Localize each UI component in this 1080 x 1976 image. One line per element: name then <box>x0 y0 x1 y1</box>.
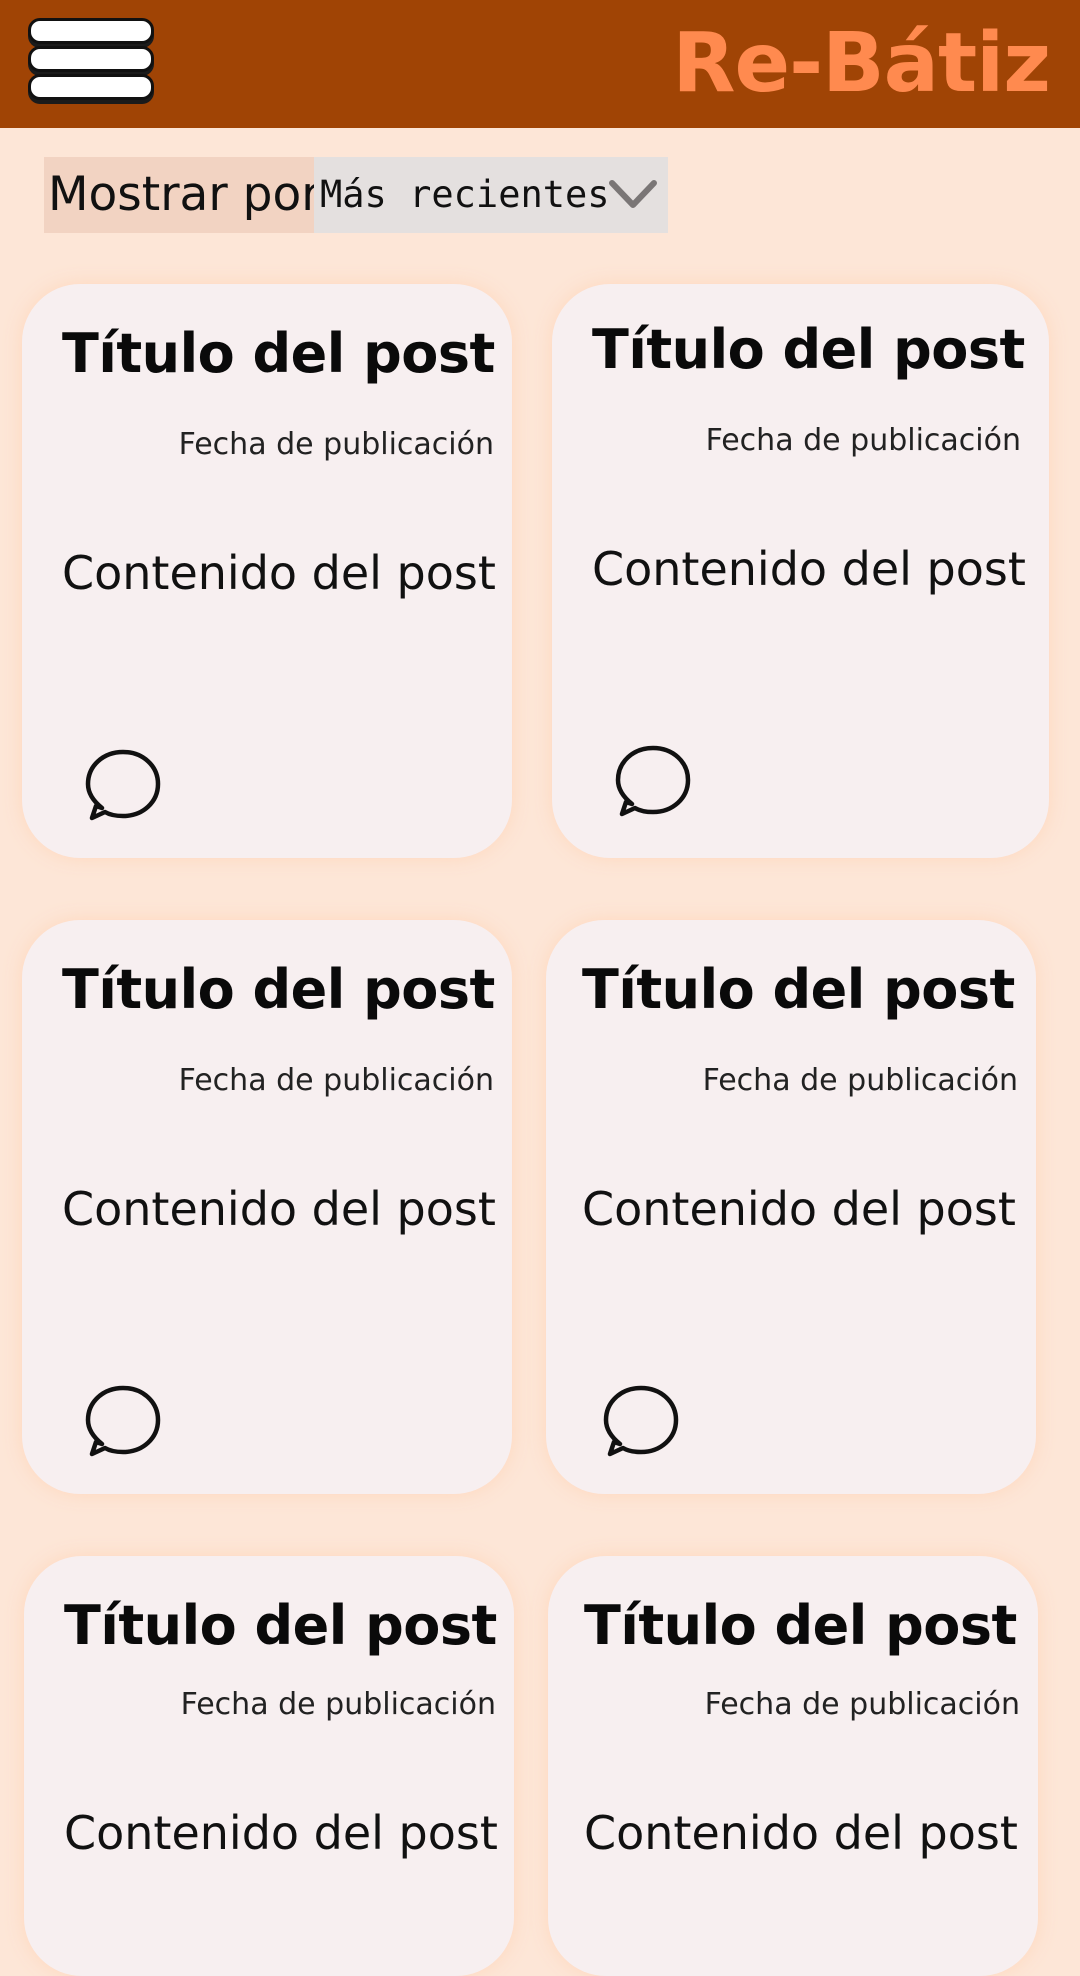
chevron-down-icon <box>609 180 657 208</box>
comment-icon[interactable] <box>602 1382 680 1460</box>
post-title[interactable]: Título del post <box>582 958 1015 1021</box>
post-title[interactable]: Título del post <box>62 958 495 1021</box>
post-date: Fecha de publicación <box>705 423 1021 458</box>
post-card[interactable]: Título del post Fecha de publicación Con… <box>552 284 1049 858</box>
post-content: Contenido del post <box>582 1182 1016 1236</box>
post-date: Fecha de publicación <box>178 427 494 462</box>
post-date: Fecha de publicación <box>178 1063 494 1098</box>
post-title[interactable]: Título del post <box>64 1594 497 1657</box>
post-title[interactable]: Título del post <box>62 322 495 385</box>
comment-icon[interactable] <box>84 746 162 824</box>
post-date: Fecha de publicación <box>180 1687 496 1722</box>
post-content: Contenido del post <box>584 1806 1018 1860</box>
post-card[interactable]: Título del post Fecha de publicación Con… <box>546 920 1036 1494</box>
hamburger-menu-icon <box>28 46 154 72</box>
post-card[interactable]: Título del post Fecha de publicación Con… <box>548 1556 1038 1976</box>
hamburger-menu-icon <box>28 74 154 100</box>
sort-label: Mostrar por <box>44 157 321 233</box>
post-card[interactable]: Título del post Fecha de publicación Con… <box>22 920 512 1494</box>
sort-bar: Mostrar por Más recientes <box>44 157 668 233</box>
hamburger-menu-icon <box>28 18 154 44</box>
brand-logo[interactable]: Re-Bátiz <box>672 4 1051 124</box>
comment-icon[interactable] <box>614 742 692 820</box>
post-title[interactable]: Título del post <box>584 1594 1017 1657</box>
post-card[interactable]: Título del post Fecha de publicación Con… <box>22 284 512 858</box>
app-header: Re-Bátiz <box>0 0 1080 128</box>
sort-dropdown[interactable]: Más recientes <box>314 157 668 233</box>
post-content: Contenido del post <box>62 546 496 600</box>
comment-icon[interactable] <box>84 1382 162 1460</box>
post-content: Contenido del post <box>64 1806 498 1860</box>
post-card[interactable]: Título del post Fecha de publicación Con… <box>24 1556 514 1976</box>
menu-button[interactable] <box>26 18 154 112</box>
post-title[interactable]: Título del post <box>592 318 1025 381</box>
post-content: Contenido del post <box>62 1182 496 1236</box>
post-date: Fecha de publicación <box>704 1687 1020 1722</box>
sort-selected-value: Más recientes <box>320 173 610 216</box>
post-content: Contenido del post <box>592 542 1026 596</box>
post-date: Fecha de publicación <box>702 1063 1018 1098</box>
